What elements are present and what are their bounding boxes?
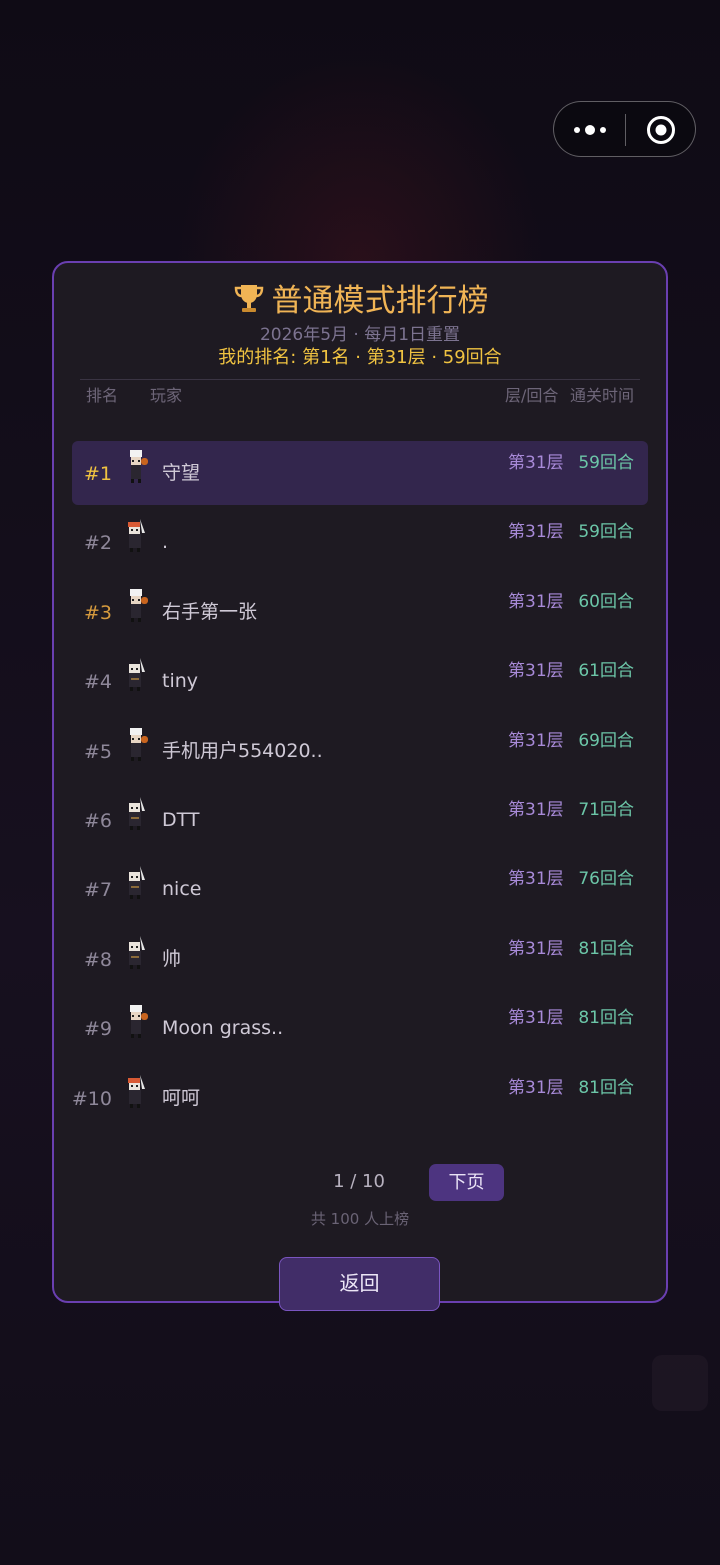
back-button[interactable]: 返回 (279, 1257, 440, 1311)
rank-label: #3 (83, 602, 112, 624)
layer-value: 第31层 (508, 800, 564, 820)
table-row[interactable]: #1 守望 第31层 59回合 (72, 441, 648, 505)
table-row[interactable]: #7 nice 第31层 76回合 (72, 857, 648, 921)
layer-value: 第31层 (508, 939, 564, 959)
table-row[interactable]: #9 Moon grass.. 第31层 81回合 (72, 996, 648, 1060)
season-subtitle: 2026年5月 · 每月1日重置 (259, 325, 461, 345)
player-name: 右手第一张 (162, 601, 258, 623)
rank-label: #4 (83, 671, 112, 693)
rank-label: #7 (83, 879, 112, 901)
player-name: nice (162, 878, 202, 900)
page-indicator: 1 / 10 (333, 1171, 385, 1192)
rounds-value: 71回合 (578, 800, 634, 820)
table-row[interactable]: #2. 第31层 59回合 (72, 510, 648, 574)
column-header-rank: 排名 (86, 386, 119, 405)
rank-label: #1 (83, 463, 112, 485)
target-close-icon[interactable] (646, 115, 676, 145)
rank-label: #2 (83, 532, 112, 554)
rounds-value: 81回合 (578, 1008, 634, 1028)
header-divider (80, 379, 640, 380)
gear-icon[interactable] (652, 1355, 708, 1411)
rank-label: #8 (83, 949, 112, 971)
rounds-value: 81回合 (578, 1078, 634, 1098)
player-name: 帅 (162, 948, 182, 970)
total-count: 共 100 人上榜 (310, 1210, 410, 1228)
rounds-value: 61回合 (578, 661, 634, 681)
rounds-value: 60回合 (578, 592, 634, 612)
chef-avatar-icon (123, 1005, 149, 1039)
player-name: 手机用户554020.. (162, 740, 323, 762)
mini-program-capsule (553, 101, 696, 157)
chef-avatar-icon (123, 728, 149, 762)
capsule-divider (625, 114, 626, 146)
sword-warrior-avatar-icon (123, 1075, 149, 1109)
table-row[interactable]: #5 手机用户554020.. 第31层 69回合 (72, 719, 648, 783)
column-header-clear-time: 通关时间 (570, 386, 635, 405)
table-row[interactable]: #6 DTT 第31层 71回合 (72, 788, 648, 852)
player-name: . (162, 531, 169, 553)
layer-value: 第31层 (508, 453, 564, 473)
rank-label: #9 (83, 1018, 112, 1040)
table-row[interactable]: #3 右手第一张 第31层 60回合 (72, 580, 648, 644)
chef-avatar-icon (123, 450, 149, 484)
player-name: 呵呵 (162, 1087, 201, 1109)
layer-value: 第31层 (508, 592, 564, 612)
layer-value: 第31层 (508, 661, 564, 681)
column-header-layer-round: 层/回合 (505, 386, 559, 405)
title-text: 普通模式排行榜 (271, 283, 489, 319)
player-name: 守望 (162, 462, 201, 484)
rounds-value: 59回合 (578, 522, 634, 542)
rounds-value: 76回合 (578, 869, 634, 889)
layer-value: 第31层 (508, 1008, 564, 1028)
chef-avatar-icon (123, 589, 149, 623)
swordsman-avatar-icon (123, 797, 149, 831)
sword-warrior-avatar-icon (123, 519, 149, 553)
column-header-player: 玩家 (150, 386, 183, 405)
table-row[interactable]: #8 帅 第31层 81回合 (72, 927, 648, 991)
swordsman-avatar-icon (123, 936, 149, 970)
player-name: DTT (162, 809, 200, 831)
table-row[interactable]: #10 呵呵 第31层 81回合 (72, 1066, 648, 1130)
swordsman-avatar-icon (123, 658, 149, 692)
page-title: 普通模式排行榜 (0, 281, 720, 321)
player-name: Moon grass.. (162, 1017, 284, 1039)
rank-label: #5 (83, 741, 112, 763)
rank-label: #10 (71, 1088, 112, 1110)
player-name: tiny (162, 670, 199, 692)
next-page-button[interactable]: 下页 (429, 1164, 504, 1201)
my-rank-summary: 我的排名: 第1名 · 第31层 · 59回合 (218, 347, 502, 368)
layer-value: 第31层 (508, 522, 564, 542)
more-dots-icon[interactable] (572, 122, 608, 138)
trophy-icon (234, 285, 263, 312)
rank-label: #6 (83, 810, 112, 832)
swordsman-avatar-icon (123, 866, 149, 900)
layer-value: 第31层 (508, 1078, 564, 1098)
rounds-value: 81回合 (578, 939, 634, 959)
layer-value: 第31层 (508, 869, 564, 889)
layer-value: 第31层 (508, 731, 564, 751)
rounds-value: 69回合 (578, 731, 634, 751)
table-row[interactable]: #4 tiny 第31层 61回合 (72, 649, 648, 713)
rounds-value: 59回合 (578, 453, 634, 473)
